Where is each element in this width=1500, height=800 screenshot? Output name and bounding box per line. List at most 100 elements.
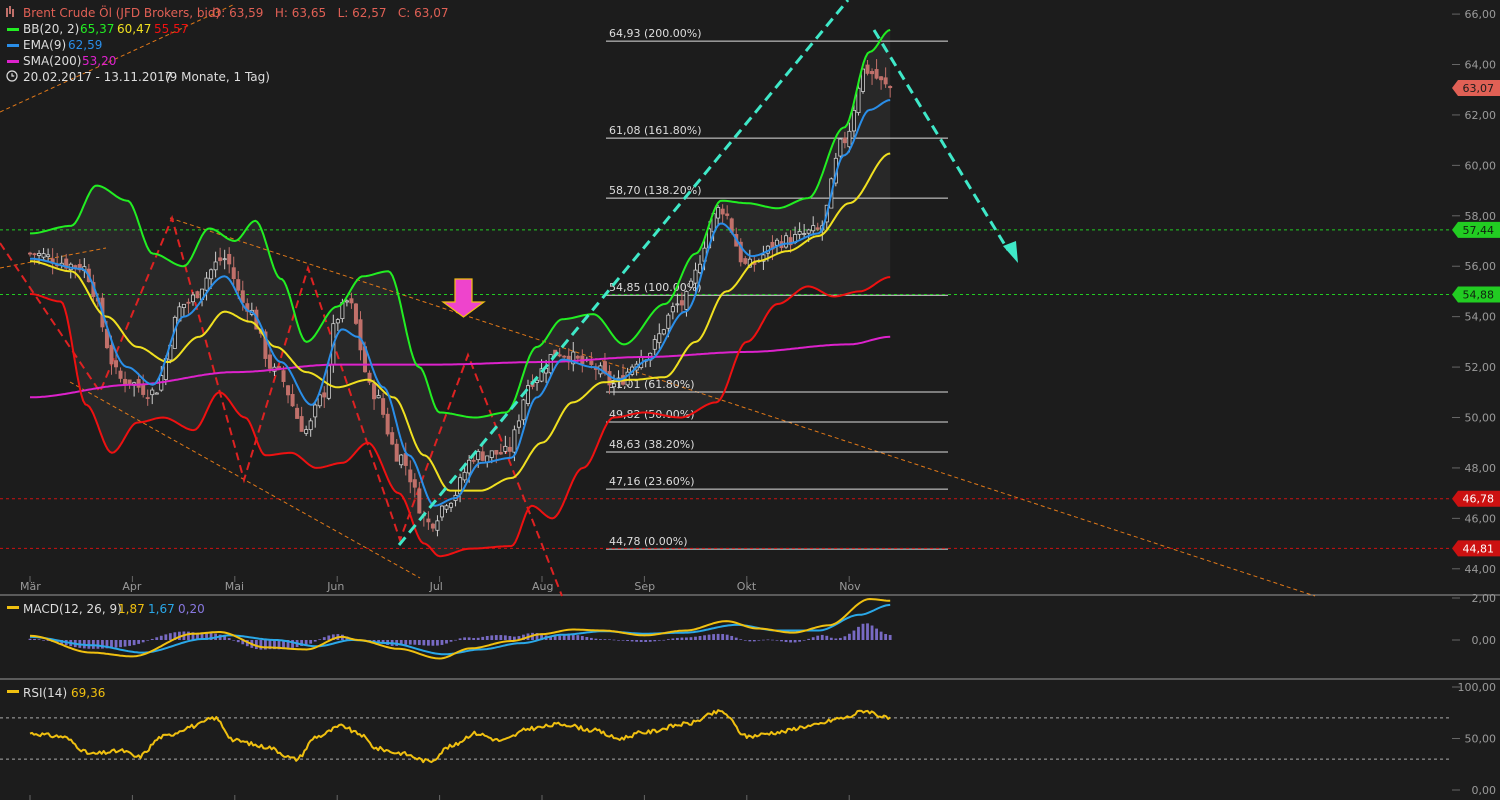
last-price-label: 63,07 — [1463, 82, 1495, 95]
candle-body — [784, 235, 789, 248]
candle-body — [612, 383, 617, 388]
candle-body — [181, 303, 186, 308]
candle-body — [304, 429, 309, 434]
rsi-panel: 100,00 50,00 0,00 — [0, 681, 1496, 797]
price-legend: Brent Crude Öl (JFD Brokers, bid) O: 63,… — [6, 4, 449, 84]
candle-body — [109, 344, 114, 365]
candle-body — [661, 329, 666, 335]
macd-histogram-bar — [608, 639, 611, 641]
candle-body — [498, 452, 503, 455]
macd-histogram-bar — [37, 639, 41, 640]
x-tick-label: Jul — [429, 580, 443, 593]
candle-body — [743, 258, 748, 264]
candle-body — [186, 301, 191, 304]
rsi-tick-label: 100,00 — [1458, 681, 1497, 694]
macd-histogram-bar — [599, 639, 602, 640]
candle-body — [358, 319, 363, 351]
macd-histogram-bar — [820, 634, 824, 640]
macd-histogram-bar — [639, 640, 643, 642]
candle-body — [313, 404, 318, 418]
macd-histogram-bar — [730, 635, 734, 640]
macd-histogram-bar — [675, 637, 679, 640]
macd-hist-value: 0,20 — [178, 602, 205, 616]
macd-histogram-bar — [431, 640, 435, 646]
macd-histogram-bar — [589, 637, 593, 640]
candle-body — [725, 213, 730, 216]
x-tick-label: Nov — [839, 580, 861, 593]
macd-histogram-bar — [114, 640, 118, 648]
candle-body — [123, 378, 128, 385]
macd-histogram-bar — [449, 640, 453, 642]
candle-body — [797, 231, 802, 235]
macd-histogram-bar — [445, 640, 448, 644]
candle-body — [417, 488, 422, 514]
macd-histogram-bar — [748, 640, 752, 642]
rsi-tick-label: 0,00 — [1472, 784, 1497, 797]
fib-level-label: 49,82 (50.00%) — [609, 408, 695, 421]
macd-histogram-bar — [33, 638, 36, 640]
macd-histogram-bar — [404, 640, 408, 645]
candle-body — [589, 360, 594, 365]
macd-histogram-bar — [467, 637, 471, 640]
macd-histogram-bar — [422, 640, 426, 646]
macd-histogram-bar — [508, 636, 512, 640]
candle-body — [118, 370, 123, 379]
macd-histogram-bar — [481, 636, 485, 640]
macd-histogram-bar — [236, 640, 240, 643]
macd-histogram-bar — [123, 640, 127, 647]
candle-body — [847, 130, 852, 148]
candle-body — [557, 354, 562, 357]
macd-histogram-bar — [866, 623, 869, 640]
fib-level-label: 64,93 (200.00%) — [609, 27, 702, 40]
macd-histogram-bar — [612, 639, 616, 641]
candle-body — [412, 479, 417, 488]
y-tick-label: 56,00 — [1465, 260, 1497, 273]
date-range: 20.02.2017 - 13.11.2017 — [23, 70, 172, 84]
level-price-tag-label: 44,81 — [1463, 542, 1495, 555]
macd-histogram-bar — [571, 634, 575, 640]
macd-histogram-bar — [888, 634, 892, 640]
candle-body — [693, 269, 698, 284]
candle-body — [46, 254, 51, 258]
macd-histogram-bar — [490, 635, 494, 640]
candle-body — [385, 413, 390, 435]
candle-body — [403, 453, 408, 466]
candle-body — [32, 253, 37, 256]
sma-label: SMA(200) — [23, 54, 81, 68]
x-tick-label: Sep — [634, 580, 655, 593]
macd-histogram-bar — [42, 639, 45, 641]
macd-histogram-bar — [436, 640, 439, 646]
x-tick-label: Jun — [326, 580, 344, 593]
macd-histogram-bar — [707, 634, 711, 640]
candle-body — [516, 420, 521, 428]
candle-body — [435, 520, 440, 531]
macd-histogram-bar — [789, 640, 792, 643]
candle-body — [231, 267, 236, 280]
candle-body — [430, 523, 435, 529]
candle-body — [879, 76, 884, 81]
macd-histogram-bar — [666, 639, 670, 640]
macd-histogram-bar — [725, 634, 729, 640]
macd-histogram-bar — [721, 634, 725, 640]
clock-icon — [6, 70, 18, 82]
macd-histogram-bar — [671, 638, 675, 640]
candle-body — [150, 389, 155, 396]
macd-histogram-bar — [309, 640, 313, 644]
candle-body — [802, 233, 807, 235]
macd-histogram-bar — [463, 637, 467, 640]
candle-body — [399, 454, 404, 466]
candle-body — [267, 354, 272, 369]
macd-histogram-bar — [553, 636, 557, 640]
candle-body — [494, 449, 499, 455]
candle-body — [236, 279, 241, 291]
macd-histogram-bar — [644, 640, 648, 643]
candle-body — [851, 110, 856, 132]
y-tick-label: 44,00 — [1465, 563, 1497, 576]
candle-body — [512, 429, 517, 453]
y-tick-label: 60,00 — [1465, 159, 1497, 172]
rsi-value: 69,36 — [71, 686, 105, 700]
candle-body — [652, 339, 657, 350]
macd-histogram-bar — [119, 640, 122, 648]
candle-body — [720, 208, 725, 215]
macd-histogram-bar — [780, 640, 783, 642]
